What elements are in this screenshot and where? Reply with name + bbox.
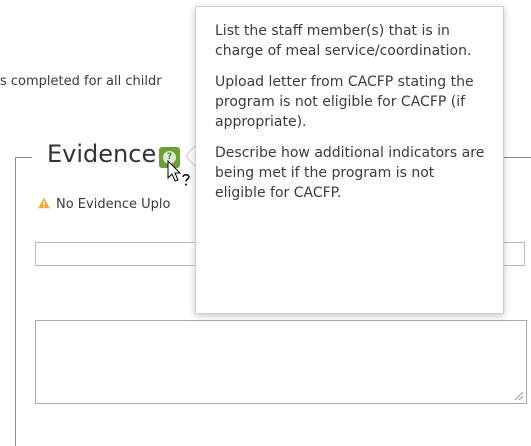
tooltip-paragraph-upload: Upload letter from CACFP stating the pro… bbox=[215, 74, 474, 130]
tooltip-paragraph-staff: List the staff member(s) that is in char… bbox=[215, 23, 472, 59]
fieldset-border-top-right bbox=[503, 157, 531, 158]
tooltip-paragraph-indicators: Describe how additional indicators are b… bbox=[215, 145, 485, 201]
background-requirement-text: s completed for all childr bbox=[0, 74, 162, 89]
page: s completed for all childr Evidence ? No… bbox=[0, 0, 531, 446]
evidence-help-tooltip: List the staff member(s) that is in char… bbox=[195, 6, 504, 314]
warning-triangle-icon bbox=[38, 197, 50, 209]
evidence-title: Evidence bbox=[47, 140, 157, 168]
evidence-description-textarea[interactable] bbox=[35, 320, 527, 404]
fieldset-border-left bbox=[15, 157, 16, 446]
question-mark-glyph: ? bbox=[163, 151, 176, 164]
no-evidence-warning: No Evidence Uplo bbox=[38, 197, 170, 212]
fieldset-border-top-left bbox=[15, 157, 32, 158]
no-evidence-text: No Evidence Uplo bbox=[56, 197, 171, 212]
question-mark-icon[interactable]: ? bbox=[159, 147, 180, 168]
